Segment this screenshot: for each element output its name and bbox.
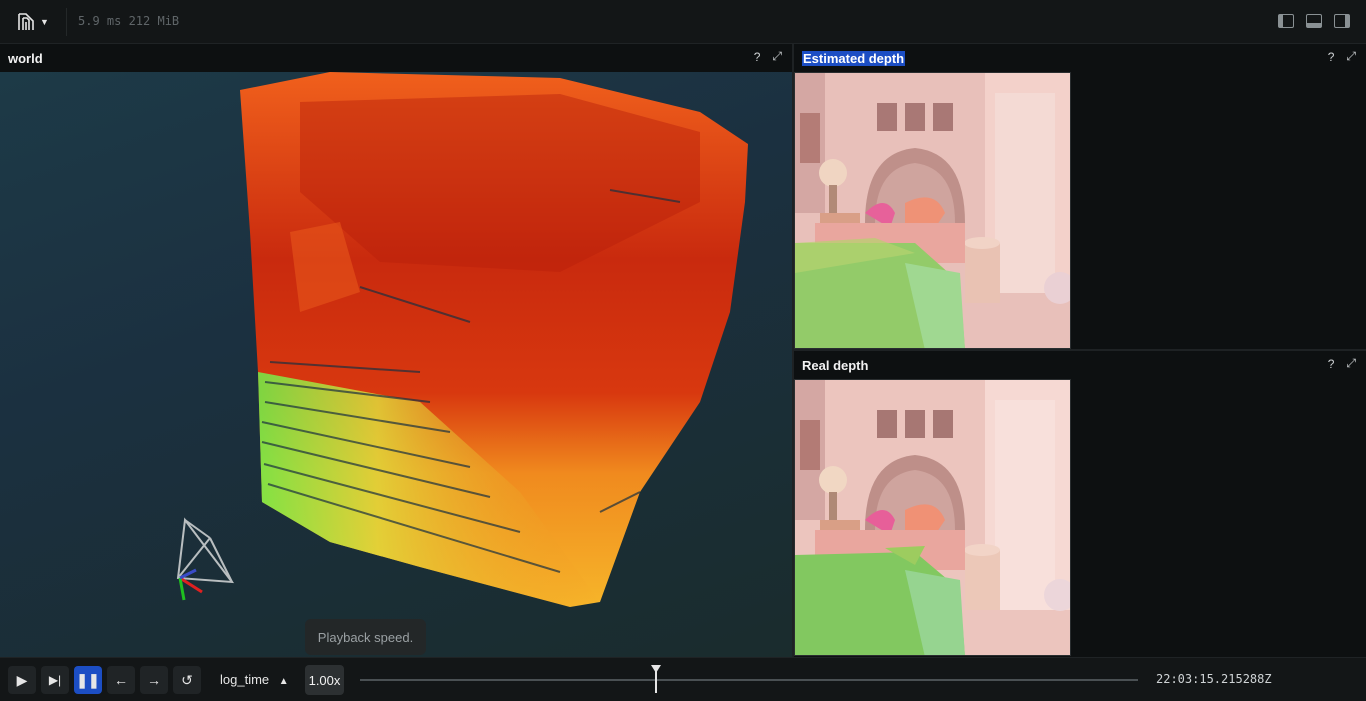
performance-stats: 5.9 ms 212 MiB bbox=[78, 14, 180, 28]
pause-button[interactable]: ❚❚ bbox=[74, 666, 102, 694]
world-panel-header: world ? ⤢ bbox=[0, 44, 792, 71]
timeline-selector[interactable]: log_time ▲ bbox=[220, 672, 289, 687]
maximize-icon[interactable]: ⤢ bbox=[1346, 49, 1356, 64]
pause-icon: ❚❚ bbox=[76, 671, 100, 688]
estimated-depth-image bbox=[794, 72, 1071, 349]
help-icon[interactable]: ? bbox=[1328, 50, 1335, 64]
playback-bar: ▶ ▶| ❚❚ ← → ↺ log_time ▲ 1.00x 22:03:15.… bbox=[0, 657, 1366, 701]
step-back-button[interactable]: ← bbox=[107, 666, 135, 694]
real-depth-view[interactable] bbox=[794, 379, 1366, 657]
step-forward-icon: ▶| bbox=[48, 673, 62, 687]
arrow-left-icon: ← bbox=[114, 672, 128, 688]
help-icon[interactable]: ? bbox=[1328, 357, 1335, 371]
estimated-depth-panel-header: Estimated depth ? ⤢ bbox=[794, 44, 1366, 71]
triangle-up-icon: ▲ bbox=[278, 676, 289, 687]
estimated-depth-panel-title[interactable]: Estimated depth bbox=[802, 51, 906, 66]
bottom-panel-toggle-icon[interactable] bbox=[1306, 14, 1322, 28]
real-depth-image bbox=[794, 379, 1071, 656]
play-icon: ▶ bbox=[16, 671, 28, 688]
timeline-track[interactable] bbox=[360, 679, 1138, 681]
app-menu-button[interactable]: ▼ bbox=[16, 11, 52, 33]
point-cloud bbox=[240, 72, 748, 607]
step-next-button[interactable]: → bbox=[140, 666, 168, 694]
playback-speed-field[interactable]: 1.00x bbox=[305, 665, 344, 695]
maximize-icon[interactable]: ⤢ bbox=[1346, 356, 1356, 371]
timeline-scrubber[interactable] bbox=[650, 664, 662, 694]
real-depth-panel-title[interactable]: Real depth bbox=[802, 358, 868, 373]
maximize-icon[interactable]: ⤢ bbox=[772, 49, 782, 64]
world-3d-view[interactable] bbox=[0, 72, 792, 657]
estimated-depth-view[interactable] bbox=[794, 72, 1366, 349]
right-panel-toggle-icon[interactable] bbox=[1334, 14, 1350, 28]
top-bar: ▼ 5.9 ms 212 MiB bbox=[0, 0, 1366, 44]
camera-frustum-icon bbox=[176, 517, 235, 601]
divider bbox=[66, 8, 67, 36]
left-panel-toggle-icon[interactable] bbox=[1278, 14, 1294, 28]
world-panel-title[interactable]: world bbox=[8, 51, 43, 66]
loop-icon: ↺ bbox=[181, 671, 193, 688]
help-icon[interactable]: ? bbox=[754, 50, 761, 64]
loop-button[interactable]: ↺ bbox=[173, 666, 201, 694]
step-forward-button[interactable]: ▶| bbox=[41, 666, 69, 694]
current-time: 22:03:15.215288Z bbox=[1156, 672, 1272, 686]
arrow-right-icon: → bbox=[147, 672, 161, 688]
play-button[interactable]: ▶ bbox=[8, 666, 36, 694]
rerun-logo-icon bbox=[18, 13, 34, 30]
timeline-name: log_time bbox=[220, 672, 270, 687]
real-depth-panel-header: Real depth ? ⤢ bbox=[794, 351, 1366, 378]
playback-speed-tooltip: Playback speed. bbox=[305, 619, 426, 655]
chevron-down-icon: ▼ bbox=[40, 17, 49, 27]
